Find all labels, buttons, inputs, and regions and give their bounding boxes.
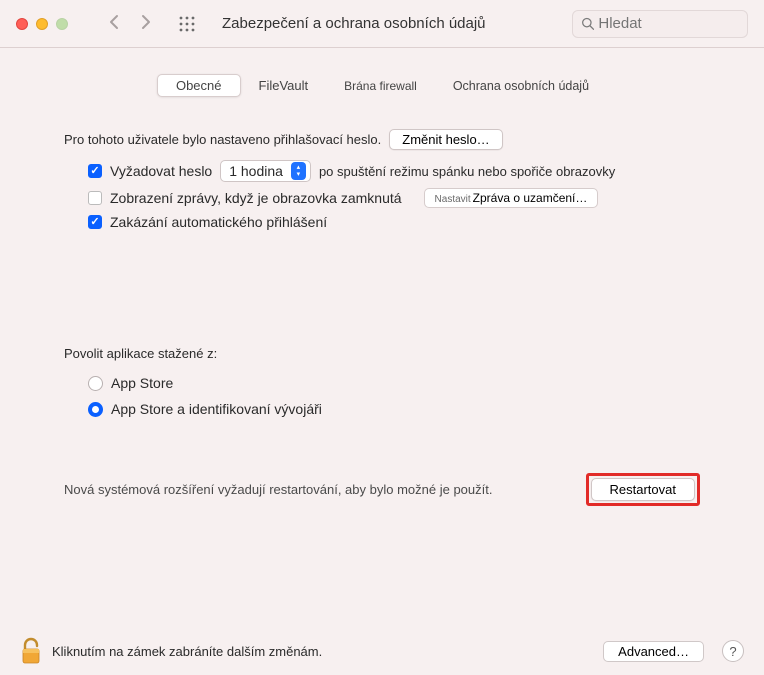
tab-bar: Obecné FileVault Brána firewall Ochrana … — [0, 74, 764, 97]
advanced-button[interactable]: Advanced… — [603, 641, 704, 662]
radio-app-store-row: App Store — [88, 375, 700, 391]
require-password-label: Vyžadovat heslo — [110, 163, 212, 179]
radio-app-store-dev-row: App Store a identifikovaní vývojáři — [88, 401, 700, 417]
require-password-row: Vyžadovat heslo 1 hodina po spuštění rež… — [88, 160, 700, 182]
lock-icon[interactable] — [20, 637, 42, 665]
disable-autologin-checkbox[interactable] — [88, 215, 102, 229]
search-icon — [581, 16, 594, 31]
disable-autologin-label: Zakázání automatického přihlášení — [110, 214, 327, 230]
close-button[interactable] — [16, 18, 28, 30]
general-panel: Pro tohoto uživatele bylo nastaveno přih… — [30, 129, 734, 506]
tab-filevault[interactable]: FileVault — [241, 75, 327, 96]
allow-apps-label: Povolit aplikace stažené z: — [64, 346, 700, 361]
forward-button[interactable] — [141, 14, 152, 33]
radio-app-store-dev-label: App Store a identifikovaní vývojáři — [111, 401, 322, 417]
set-lock-prefix: Nastavit — [435, 194, 471, 205]
apps-grid-icon[interactable] — [178, 15, 196, 33]
maximize-button — [56, 18, 68, 30]
content-area: Obecné FileVault Brána firewall Ochrana … — [0, 48, 764, 506]
password-row: Pro tohoto uživatele bylo nastaveno přih… — [64, 129, 700, 150]
window-titlebar: Zabezpečení a ochrana osobních údajů — [0, 0, 764, 48]
password-label: Pro tohoto uživatele bylo nastaveno přih… — [64, 132, 381, 147]
radio-app-store-dev[interactable] — [88, 402, 103, 417]
window-title: Zabezpečení a ochrana osobních údajů — [222, 15, 560, 32]
window-controls — [16, 18, 68, 30]
minimize-button[interactable] — [36, 18, 48, 30]
radio-app-store[interactable] — [88, 376, 103, 391]
radio-app-store-label: App Store — [111, 375, 173, 391]
tab-privacy[interactable]: Ochrana osobních údajů — [435, 76, 607, 96]
restart-button[interactable]: Restartovat — [591, 478, 695, 501]
nav-arrows — [108, 14, 152, 33]
back-button[interactable] — [108, 14, 119, 33]
restart-row: Nová systémová rozšíření vyžadují restar… — [64, 473, 700, 506]
stepper-icon — [291, 162, 306, 180]
restart-message: Nová systémová rozšíření vyžadují restar… — [64, 482, 492, 497]
search-field[interactable] — [572, 10, 748, 38]
set-lock-message-label: Zpráva o uzamčení… — [473, 191, 588, 205]
show-message-label: Zobrazení zprávy, když je obrazovka zamk… — [110, 190, 402, 206]
restart-highlight: Restartovat — [586, 473, 700, 506]
footer: Kliknutím na zámek zabráníte dalším změn… — [0, 637, 764, 665]
require-password-after-label: po spuštění režimu spánku nebo spořiče o… — [319, 164, 615, 179]
tab-general[interactable]: Obecné — [157, 74, 241, 97]
lock-text: Kliknutím na zámek zabráníte dalším změn… — [52, 644, 593, 659]
set-lock-message-button[interactable]: NastavitZpráva o uzamčení… — [424, 188, 599, 208]
require-password-checkbox[interactable] — [88, 164, 102, 178]
search-input[interactable] — [598, 15, 739, 32]
show-message-row: Zobrazení zprávy, když je obrazovka zamk… — [88, 188, 700, 208]
show-message-checkbox[interactable] — [88, 191, 102, 205]
tab-firewall[interactable]: Brána firewall — [326, 76, 435, 96]
require-password-delay-value: 1 hodina — [229, 163, 283, 179]
help-button[interactable]: ? — [722, 640, 744, 662]
require-password-delay-select[interactable]: 1 hodina — [220, 160, 311, 182]
disable-autologin-row: Zakázání automatického přihlášení — [88, 214, 700, 230]
spacer — [64, 236, 700, 346]
change-password-button[interactable]: Změnit heslo… — [389, 129, 502, 150]
